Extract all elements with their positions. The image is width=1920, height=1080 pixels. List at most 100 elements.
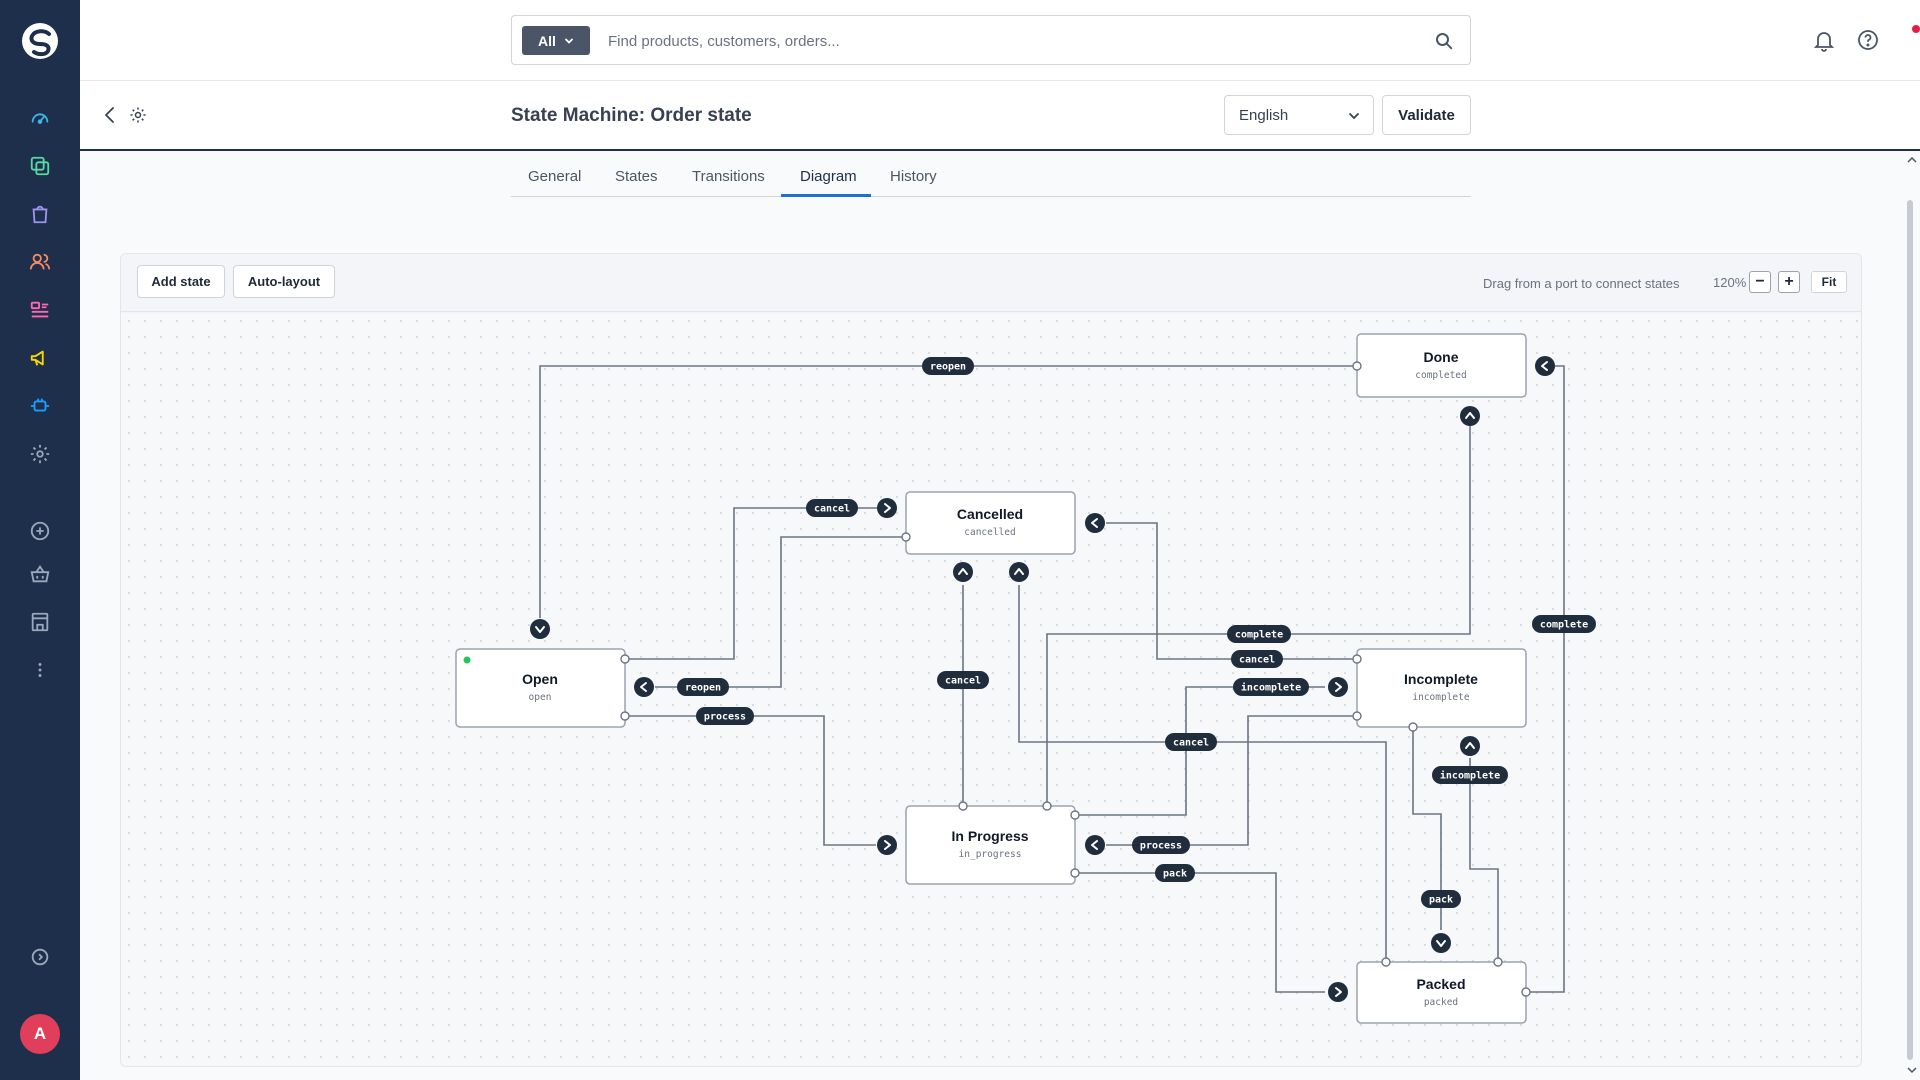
- page-header: State Machine: Order state English Valid…: [80, 81, 1920, 151]
- fit-button[interactable]: Fit: [1811, 271, 1847, 293]
- transition-label-text: complete: [1540, 620, 1588, 631]
- active-tab-indicator: [781, 194, 871, 197]
- arrow-left-icon: [1085, 513, 1105, 533]
- arrow-up-icon: [1460, 406, 1480, 426]
- transition-label[interactable]: process: [1132, 836, 1190, 854]
- port[interactable]: [1352, 711, 1362, 721]
- state-technical-name: in_progress: [959, 849, 1022, 860]
- state-technical-name: completed: [1415, 370, 1466, 381]
- state-name: In Progress: [951, 828, 1028, 844]
- port[interactable]: [1070, 868, 1080, 878]
- port[interactable]: [620, 654, 630, 664]
- port[interactable]: [1352, 654, 1362, 664]
- state-node-packed[interactable]: Packed packed: [1356, 961, 1527, 1024]
- state-technical-name: incomplete: [1412, 692, 1469, 703]
- transition-label[interactable]: cancel: [1231, 650, 1283, 668]
- zoom-out-button[interactable]: −: [1749, 271, 1771, 293]
- transition-label[interactable]: cancel: [806, 499, 858, 517]
- initial-state-dot: [463, 656, 471, 664]
- back-arrow-icon[interactable]: [100, 105, 120, 125]
- arrow-right-icon: [1328, 982, 1348, 1002]
- port[interactable]: [1493, 957, 1503, 967]
- add-icon[interactable]: [28, 519, 52, 543]
- tab-states[interactable]: States: [615, 168, 658, 185]
- state-name: Done: [1424, 349, 1459, 365]
- sales-channel-storefront-icon[interactable]: [28, 610, 52, 634]
- tab-general[interactable]: General: [528, 168, 581, 185]
- dashboard-icon[interactable]: [28, 106, 52, 130]
- scrollbar-thumb[interactable]: [1907, 200, 1913, 1060]
- state-node-incomplete[interactable]: Incomplete incomplete: [1356, 648, 1527, 728]
- search-input[interactable]: [606, 26, 1406, 56]
- transition-label[interactable]: reopen: [922, 357, 974, 375]
- state-node-cancelled[interactable]: Cancelled cancelled: [905, 491, 1076, 555]
- transition-label-text: reopen: [930, 362, 966, 373]
- collapse-icon[interactable]: [28, 945, 52, 969]
- scroll-down-arrow-icon[interactable]: [1906, 1064, 1918, 1076]
- port[interactable]: [1408, 722, 1418, 732]
- arrow-up-icon: [953, 562, 973, 582]
- orders-icon[interactable]: [28, 202, 52, 226]
- diagram-canvas[interactable]: [121, 313, 1861, 1066]
- tab-diagram[interactable]: Diagram: [800, 168, 857, 185]
- state-technical-name: cancelled: [964, 527, 1015, 538]
- sales-channel-basket-icon[interactable]: [28, 562, 52, 586]
- port[interactable]: [901, 532, 911, 542]
- content-icon[interactable]: [28, 298, 52, 322]
- transition-label[interactable]: complete: [1227, 625, 1291, 643]
- state-name: Cancelled: [957, 506, 1023, 522]
- page-title: State Machine: Order state: [511, 105, 752, 126]
- bell-icon[interactable]: [1812, 28, 1836, 52]
- transition-label[interactable]: pack: [1155, 864, 1195, 882]
- language-select[interactable]: English: [1224, 95, 1374, 135]
- auto-layout-button[interactable]: Auto-layout: [233, 265, 335, 298]
- shopware-logo-icon[interactable]: [20, 21, 60, 61]
- transition-label[interactable]: incomplete: [1432, 766, 1508, 784]
- transition-label[interactable]: cancel: [1165, 733, 1217, 751]
- gear-icon[interactable]: [128, 105, 148, 125]
- marketing-icon[interactable]: [28, 346, 52, 370]
- transition-label[interactable]: reopen: [677, 678, 729, 696]
- port[interactable]: [1070, 810, 1080, 820]
- customers-icon[interactable]: [28, 250, 52, 274]
- state-name: Incomplete: [1404, 671, 1478, 687]
- chevron-down-icon: [565, 38, 573, 44]
- transition-label[interactable]: process: [696, 707, 754, 725]
- settings-icon[interactable]: [28, 442, 52, 466]
- more-icon[interactable]: [28, 658, 52, 682]
- chevron-down-icon: [1349, 113, 1359, 120]
- transition-label[interactable]: cancel: [937, 671, 989, 689]
- sidebar: A: [0, 0, 80, 1080]
- transition-label[interactable]: incomplete: [1233, 678, 1309, 696]
- tab-history[interactable]: History: [890, 168, 937, 185]
- arrow-up-icon: [1009, 562, 1029, 582]
- tab-transitions[interactable]: Transitions: [692, 168, 765, 185]
- state-node-open[interactable]: Open open: [455, 648, 626, 728]
- port[interactable]: [1042, 801, 1052, 811]
- transition-label[interactable]: pack: [1421, 890, 1461, 908]
- port[interactable]: [1381, 957, 1391, 967]
- arrow-left-icon: [1535, 356, 1555, 376]
- transition-label-text: pack: [1429, 895, 1453, 906]
- add-state-button[interactable]: Add state: [137, 265, 225, 298]
- validate-button[interactable]: Validate: [1382, 95, 1471, 135]
- state-node-done[interactable]: Done completed: [1356, 333, 1527, 398]
- help-icon[interactable]: [1856, 28, 1880, 52]
- search-icon[interactable]: [1434, 31, 1454, 51]
- search-scope-dropdown[interactable]: All: [522, 26, 590, 55]
- transition-label-text: pack: [1163, 869, 1187, 880]
- state-node-in-progress[interactable]: In Progress in_progress: [905, 805, 1076, 885]
- port[interactable]: [958, 801, 968, 811]
- port[interactable]: [620, 711, 630, 721]
- notification-badge: [1912, 25, 1920, 33]
- zoom-in-button[interactable]: +: [1778, 271, 1800, 293]
- port[interactable]: [1352, 361, 1362, 371]
- catalogues-icon[interactable]: [28, 154, 52, 178]
- scroll-up-arrow-icon[interactable]: [1906, 154, 1918, 166]
- transition-label[interactable]: complete: [1532, 615, 1596, 633]
- global-search: All: [511, 15, 1471, 65]
- extensions-icon[interactable]: [28, 394, 52, 418]
- avatar[interactable]: A: [20, 1014, 60, 1054]
- transition-label-text: process: [1140, 841, 1182, 852]
- port[interactable]: [1521, 987, 1531, 997]
